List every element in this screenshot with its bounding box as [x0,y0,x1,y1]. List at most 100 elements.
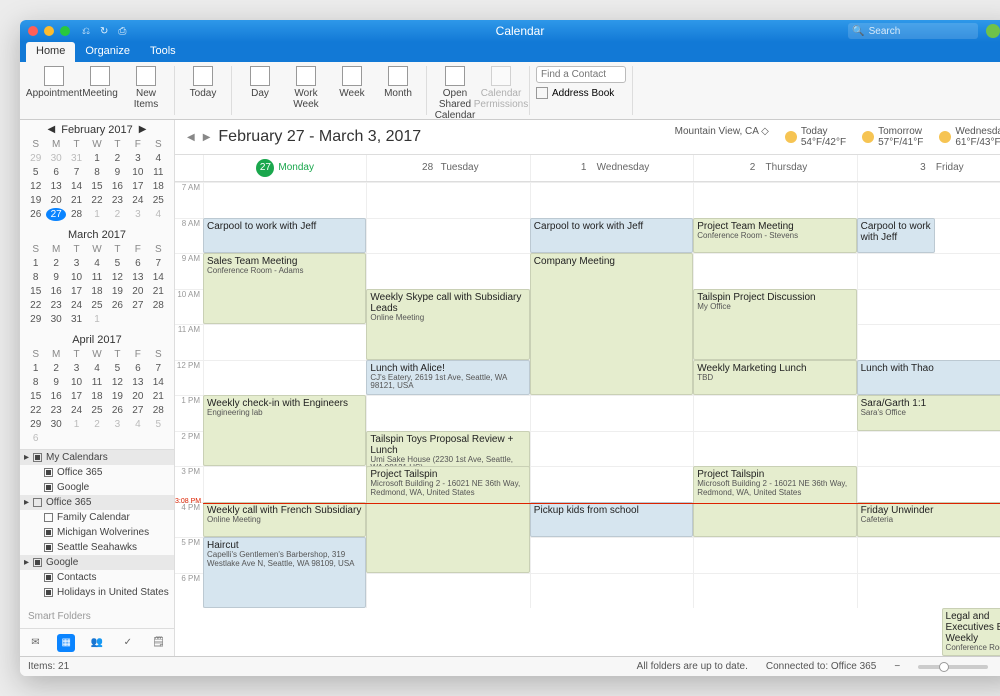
grid-cell[interactable] [203,360,366,396]
mail-nav-icon[interactable]: ✉ [26,634,44,652]
calendar-event[interactable]: HaircutCapelli's Gentlemen's Barbershop,… [203,537,366,608]
grid-cell[interactable] [530,431,693,467]
checkbox-icon[interactable] [44,483,53,492]
grid-cell[interactable] [203,182,366,218]
people-nav-icon[interactable]: 👥 [88,634,106,652]
print-icon[interactable]: ⎙ [118,26,126,37]
tasks-nav-icon[interactable]: ✓ [119,634,137,652]
open-shared-calendar-button[interactable]: Open Shared Calendar [433,66,477,120]
calendar-event[interactable]: Sara/Garth 1:1Sara's Office [857,395,1000,431]
day-view-button[interactable]: Day [238,66,282,99]
grid-cell[interactable] [366,253,529,289]
calendar-event[interactable]: Carpool to work with Jeff [530,218,693,254]
grid-cell[interactable] [530,395,693,431]
calendar-event[interactable]: Carpool to work with Jeff [857,218,935,254]
prev-week-button[interactable]: ◀ [187,132,195,143]
grid-cell[interactable] [530,182,693,218]
checkbox-icon[interactable] [44,513,53,522]
workweek-view-button[interactable]: Work Week [284,66,328,110]
checkbox-icon[interactable] [44,468,53,477]
calendar-event[interactable]: Project Team MeetingConference Room - St… [693,218,856,254]
grid-cell[interactable] [857,253,1000,289]
tab-organize[interactable]: Organize [75,42,140,62]
checkbox-icon[interactable] [33,558,42,567]
checkbox-icon[interactable] [44,543,53,552]
meeting-button[interactable]: Meeting [78,66,122,99]
mini-calendar[interactable]: April 2017SMTWTFS12345678910111213141516… [20,330,174,449]
calendar-event[interactable]: Project TailspinMicrosoft Building 2 - 1… [366,466,529,573]
tab-tools[interactable]: Tools [140,42,186,62]
redo-icon[interactable]: ↻ [100,26,108,37]
calendar-permissions-button[interactable]: Calendar Permissions [479,66,523,110]
checkbox-icon[interactable] [44,588,53,597]
mini-calendar[interactable]: March 2017SMTWTFS12345678910111213141516… [20,225,174,330]
grid-cell[interactable] [693,253,856,289]
calendar-event[interactable]: Project TailspinMicrosoft Building 2 - 1… [693,466,856,537]
search-input[interactable]: 🔍 Search [848,23,978,39]
grid-cell[interactable] [857,431,1000,467]
grid-cell[interactable] [693,431,856,467]
presence-icon[interactable] [986,24,1000,38]
checkbox-icon[interactable] [44,573,53,582]
grid-cell[interactable] [693,395,856,431]
minimize-window-button[interactable] [44,26,54,36]
calendar-group[interactable]: ▸ My Calendars [20,450,174,465]
calendar-nav-icon[interactable]: ▦ [57,634,75,652]
zoom-window-button[interactable] [60,26,70,36]
close-window-button[interactable] [28,26,38,36]
calendar-item[interactable]: Google [20,480,174,495]
checkbox-icon[interactable] [33,498,42,507]
smart-folders-label[interactable]: Smart Folders [20,605,174,628]
calendar-item[interactable]: Office 365 [20,465,174,480]
month-view-button[interactable]: Month [376,66,420,99]
calendar-event[interactable]: Weekly Marketing LunchTBD [693,360,856,396]
appointment-button[interactable]: Appointment [32,66,76,99]
grid-cell[interactable] [203,466,366,502]
checkbox-icon[interactable] [44,528,53,537]
grid-cell[interactable] [366,218,529,254]
calendar-item[interactable]: Holidays in United States [20,585,174,600]
address-book-button[interactable]: Address Book [536,87,614,99]
calendar-event[interactable]: Tailspin Project DiscussionMy Office [693,289,856,360]
calendar-event[interactable]: Lunch with Alice!CJ's Eatery, 2619 1st A… [366,360,529,396]
find-contact-input[interactable] [536,66,626,83]
grid-cell[interactable] [857,324,1000,360]
today-button[interactable]: Today [181,66,225,99]
calendar-event[interactable]: Weekly check-in with EngineersEngineerin… [203,395,366,466]
grid-cell[interactable] [693,537,856,573]
calendar-event[interactable]: Sales Team MeetingConference Room - Adam… [203,253,366,324]
grid-cell[interactable] [366,395,529,431]
calendar-group[interactable]: ▸ Google [20,555,174,570]
calendar-item[interactable]: Seattle Seahawks [20,540,174,555]
grid-cell[interactable] [530,537,693,573]
grid-cell[interactable] [693,573,856,609]
calendar-event[interactable]: Company Meeting [530,253,693,395]
calendar-event[interactable]: Weekly call with French SubsidiaryOnline… [203,502,366,538]
calendar-group[interactable]: ▸ Office 365 [20,495,174,510]
grid-cell[interactable] [530,466,693,502]
calendar-event[interactable]: Friday UnwinderCafeteria [857,502,1000,538]
calendar-event[interactable]: Pickup kids from school [530,502,693,538]
next-week-button[interactable]: ▶ [203,132,211,143]
grid-cell[interactable] [857,466,1000,502]
mini-calendar[interactable]: ◀ February 2017 ▶SMTWTFS2930311234567891… [20,120,174,225]
week-view-button[interactable]: Week [330,66,374,99]
grid-cell[interactable] [857,573,1000,609]
calendar-event[interactable]: Weekly Skype call with Subsidiary LeadsO… [366,289,529,360]
grid-cell[interactable] [530,573,693,609]
calendar-event[interactable]: Legal and Executives Bi-WeeklyConference… [942,608,1000,656]
calendar-event[interactable]: Lunch with Thao [857,360,1000,396]
calendar-item[interactable]: Family Calendar [20,510,174,525]
checkbox-icon[interactable] [33,453,42,462]
zoom-slider[interactable] [918,665,988,669]
tab-home[interactable]: Home [26,42,75,62]
calendar-item[interactable]: Michigan Wolverines [20,525,174,540]
grid-cell[interactable] [366,182,529,218]
new-items-button[interactable]: New Items [124,66,168,110]
weather-location[interactable]: Mountain View, CA ◇ [675,126,769,148]
zoom-out-button[interactable]: − [894,661,900,672]
grid-cell[interactable] [857,289,1000,325]
calendar-item[interactable]: Contacts [20,570,174,585]
notes-nav-icon[interactable]: 🗒 [150,634,168,652]
grid-cell[interactable] [203,324,366,360]
